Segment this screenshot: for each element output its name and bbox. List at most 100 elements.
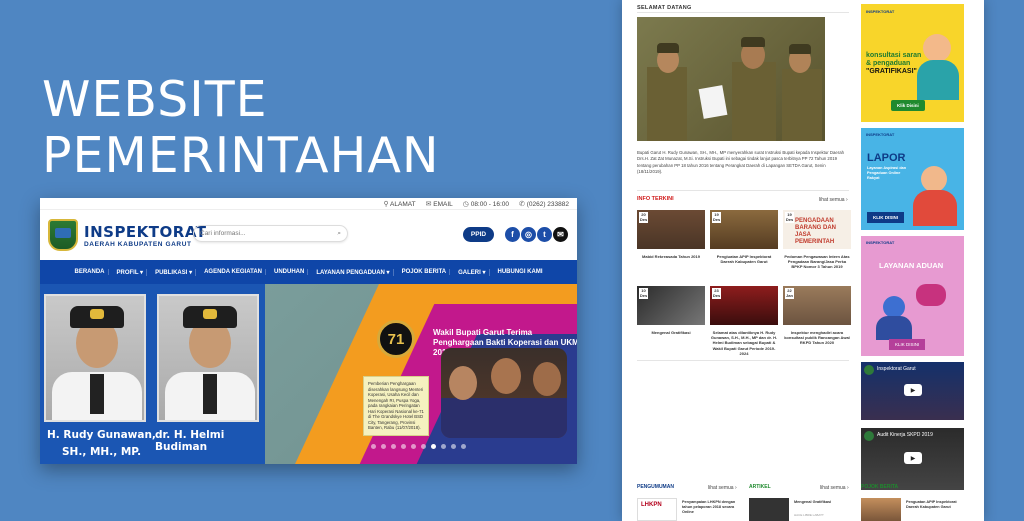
news-tile[interactable]: 23 Des Selamat atas dilantiknya H. Rudy … xyxy=(710,286,778,356)
pengumuman-item-title[interactable]: Penyampaian LHKPN dengan tahun pelaporan… xyxy=(682,500,742,515)
slider-dot[interactable] xyxy=(411,444,416,449)
phone-link[interactable]: ✆ (0262) 233882 xyxy=(519,200,569,208)
hours-text: 08:00 - 16:00 xyxy=(470,200,510,208)
artikel-item-title[interactable]: Mengenal Gratifikasi xyxy=(794,500,849,505)
leader-title-1: SH., MH., MP. xyxy=(62,446,142,458)
ad1-line2: & pengaduan xyxy=(866,60,911,67)
video-inspektorat-garut[interactable]: Inspektorat Garut ▶ xyxy=(861,362,964,420)
slider-dot[interactable] xyxy=(451,444,456,449)
gratifikasi-banner[interactable]: INSPEKTORAT konsultasi saran & pengaduan… xyxy=(861,4,964,122)
hari-koperasi-logo: 71 xyxy=(377,320,415,358)
ad2-button[interactable]: KLIK DISINI xyxy=(867,212,905,223)
garut-logo[interactable] xyxy=(48,219,78,251)
search-icon[interactable]: ⌕ xyxy=(337,230,341,238)
pengumuman-lihat-semua-link[interactable]: lihat semua › xyxy=(708,485,737,491)
slider-dot[interactable] xyxy=(371,444,376,449)
slide-caption: Pemberian Penghargaan diserahkan langsun… xyxy=(363,376,429,436)
slide-photo xyxy=(441,348,567,438)
nav-item-publikasi[interactable]: PUBLIKASI ▾ xyxy=(152,268,197,276)
tile-date: 19 Des xyxy=(785,212,794,223)
mail-icon: ✉ xyxy=(425,200,432,208)
channel-avatar xyxy=(864,365,874,375)
brand[interactable]: INSPEKTORAT DAERAH KABUPATEN GARUT xyxy=(84,223,207,248)
tile-date: 10 Des xyxy=(639,288,648,299)
video1-title: Inspektorat Garut xyxy=(877,366,916,372)
nav-item-profil[interactable]: PROFIL ▾ xyxy=(114,268,148,276)
artikel-lihat-semua-link[interactable]: lihat semua › xyxy=(820,485,849,491)
play-icon[interactable]: ▶ xyxy=(904,452,922,464)
tile-caption: Selamat atas dilantiknya H. Rudy Gunawan… xyxy=(710,330,778,356)
ad1-button[interactable]: Klik Disini xyxy=(891,100,925,111)
email-social-icon[interactable]: ✉ xyxy=(553,227,568,242)
artikel-thumbnail[interactable] xyxy=(749,498,789,521)
map-pin-icon: ⚲ xyxy=(383,200,389,208)
phone-icon: ✆ xyxy=(519,200,525,208)
ad3-button[interactable]: KLIK DISINI xyxy=(889,339,926,350)
pojok-thumbnail[interactable] xyxy=(861,498,901,521)
nav-item-hubungi[interactable]: HUBUNGI KAMI xyxy=(495,269,546,275)
hero-section: H. Rudy Gunawan, SH., MH., MP. dr. H. He… xyxy=(40,284,577,464)
ppid-button[interactable]: PPID xyxy=(463,227,494,242)
person-illustration xyxy=(923,34,951,62)
headline: WEBSITE PEMERINTAHAN xyxy=(42,72,440,184)
play-icon[interactable]: ▶ xyxy=(904,384,922,396)
slider-dot-active[interactable] xyxy=(431,444,436,449)
nav-item-agenda[interactable]: AGENDA KEGIATAN xyxy=(201,269,266,275)
pengumuman-heading: PENGUMUMAN xyxy=(637,484,674,490)
portrait-bupati xyxy=(44,294,146,422)
slider-dot[interactable] xyxy=(381,444,386,449)
ad1-line1: konsultasi saran xyxy=(866,52,922,59)
twitter-icon[interactable]: t xyxy=(537,227,552,242)
news-tile[interactable]: 19 Des PENGADAAN BARANG DAN JASA PEMERIN… xyxy=(783,210,851,270)
site-header: INSPEKTORAT DAERAH KABUPATEN GARUT Cari … xyxy=(40,210,577,260)
nav-item-pojok[interactable]: POJOK BERITA xyxy=(399,269,451,275)
lapor-banner[interactable]: INSPEKTORAT LAPOR Layanan Aspirasi dan P… xyxy=(861,128,964,230)
welcome-photo xyxy=(637,17,825,141)
tile-date: 23 Des xyxy=(712,288,721,299)
website-homepage-mockup: ⚲ ALAMAT ✉ EMAIL ◷ 08:00 - 16:00 ✆ (0262… xyxy=(40,198,577,464)
main-nav: BERANDA PROFIL ▾ PUBLIKASI ▾ AGENDA KEGI… xyxy=(40,260,577,284)
news-tile[interactable]: 19 Des Pengiuatan APIP Inspektorat Daera… xyxy=(710,210,778,264)
ad2-brand: INSPEKTORAT xyxy=(866,132,895,137)
welcome-text: Bupati Garut H. Rudy Gunawan, SH., MH., … xyxy=(637,150,844,175)
leader-name-2: dr. H. Helmi Budiman xyxy=(155,429,225,453)
search-input[interactable]: Cari informasi... ⌕ xyxy=(193,225,348,242)
nav-item-galeri[interactable]: GALERI ▾ xyxy=(455,268,490,276)
tile-banner-text: PENGADAAN BARANG DAN JASA PEMERINTAH xyxy=(795,218,836,245)
nav-item-beranda[interactable]: BERANDA xyxy=(72,269,109,275)
instagram-icon[interactable]: ◎ xyxy=(521,227,536,242)
tile-date: 20 Des xyxy=(639,212,648,223)
pojok-berita-heading: POJOK BERITA xyxy=(861,484,899,490)
email-link[interactable]: ✉ EMAIL xyxy=(426,200,453,208)
pojok-item-title[interactable]: Penguatan APIP Inspektorat Daerah Kabupa… xyxy=(906,500,966,510)
artikel-item-meta: HACE LIBRE LABATT xyxy=(794,513,824,517)
search-placeholder: Cari informasi... xyxy=(200,230,246,237)
nav-item-unduhan[interactable]: UNDUHAN xyxy=(271,269,309,275)
slider-dot[interactable] xyxy=(461,444,466,449)
nav-item-layanan[interactable]: LAYANAN PENGADUAN ▾ xyxy=(313,268,394,276)
headline-line-1: WEBSITE xyxy=(42,71,268,128)
slider-dot[interactable] xyxy=(421,444,426,449)
news-tile[interactable]: 20 Des Mabid Rekreasada Tahun 2019 xyxy=(637,210,705,259)
facebook-icon[interactable]: f xyxy=(505,227,520,242)
tile-caption: Inspektur menghadiri acara konsultasi pu… xyxy=(784,330,850,346)
slider-dot[interactable] xyxy=(401,444,406,449)
clock-icon: ◷ xyxy=(462,200,469,208)
tile-caption: Pedoman Pengawasan Intern Atas Pengadaan… xyxy=(784,254,850,270)
news-slider[interactable]: 71 Wakil Bupati Garut Terima Penghargaan… xyxy=(265,284,577,464)
lhkpn-thumbnail[interactable]: LHKPN xyxy=(637,498,677,521)
location-link[interactable]: ⚲ ALAMAT xyxy=(383,200,415,208)
leaders-panel: H. Rudy Gunawan, SH., MH., MP. dr. H. He… xyxy=(40,284,265,464)
news-tile[interactable]: 10 Des Mengenal Gratifikasi xyxy=(637,286,705,335)
slider-dot[interactable] xyxy=(391,444,396,449)
slider-dot[interactable] xyxy=(441,444,446,449)
video-audit-kinerja[interactable]: Audit Kinerja SKPD 2019 ▶ xyxy=(861,428,964,490)
info-lihat-semua-link[interactable]: lihat semua › xyxy=(819,197,848,203)
website-content-mockup: SELAMAT DATANG Bupati Garut H. Rudy Guna… xyxy=(622,0,984,521)
phone-text: (0262) 233882 xyxy=(526,200,569,208)
ad2-subtitle: Layanan Aspirasi dan Pengaduan Online Ra… xyxy=(867,166,907,180)
news-tile[interactable]: 22 Jan Inspektur menghadiri acara konsul… xyxy=(783,286,851,346)
slider-dots xyxy=(371,444,466,449)
layanan-aduan-banner[interactable]: INSPEKTORAT LAYANAN ADUAN KLIK DISINI xyxy=(861,236,964,356)
tile-caption: Pengiuatan APIP Inspektorat Daerah Kabup… xyxy=(716,254,772,265)
